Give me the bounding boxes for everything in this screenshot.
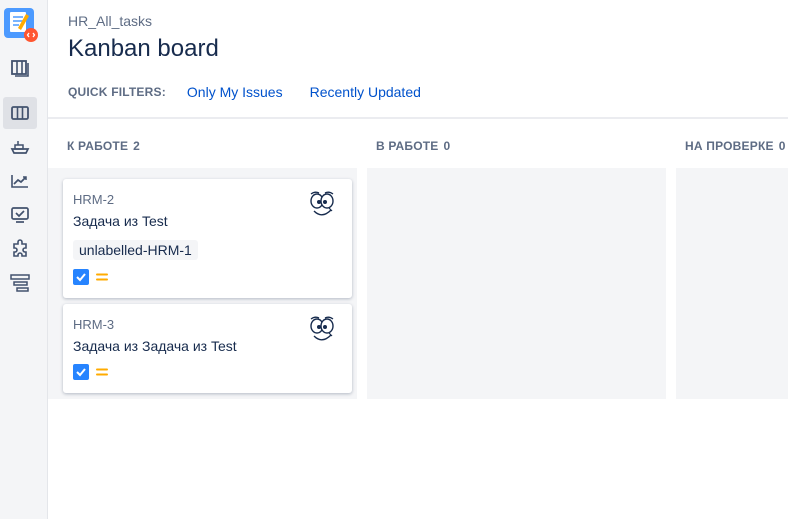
quick-filters-label: QUICK FILTERS: bbox=[68, 85, 166, 99]
board-main: HR_All_tasks Kanban board QUICK FILTERS:… bbox=[48, 0, 788, 519]
column-title: К РАБОТЕ bbox=[67, 139, 129, 153]
assignee-avatar-icon bbox=[306, 189, 338, 221]
priority-medium-icon bbox=[96, 273, 108, 281]
issue-label: unlabelled-HRM-1 bbox=[73, 240, 198, 260]
column-title: НА ПРОВЕРКЕ bbox=[685, 139, 774, 153]
components-icon[interactable] bbox=[3, 233, 37, 265]
page-title: Kanban board bbox=[68, 35, 219, 62]
column-in-progress bbox=[367, 168, 666, 399]
issue-card[interactable]: HRM-3 Задача из Задача из Test bbox=[63, 304, 352, 393]
task-checkbox-icon bbox=[73, 269, 89, 285]
issue-card[interactable]: HRM-2 Задача из Test unlabelled-HRM-1 bbox=[63, 179, 352, 298]
column-to-do: HRM-2 Задача из Test unlabelled-HRM-1 HR… bbox=[48, 168, 357, 399]
column-header-review: НА ПРОВЕРКЕ 0 bbox=[685, 139, 786, 153]
issue-key[interactable]: HRM-2 bbox=[73, 192, 114, 207]
filter-recently-updated[interactable]: Recently Updated bbox=[310, 84, 421, 100]
column-title: В РАБОТЕ bbox=[376, 139, 439, 153]
issues-icon[interactable] bbox=[3, 199, 37, 231]
quick-filters: QUICK FILTERS: Only My Issues Recently U… bbox=[68, 84, 448, 100]
issue-summary: Задача из Задача из Test bbox=[73, 338, 237, 354]
breadcrumb[interactable]: HR_All_tasks bbox=[68, 13, 152, 29]
priority-medium-icon bbox=[96, 368, 108, 376]
column-count: 0 bbox=[443, 139, 451, 153]
card-footer bbox=[73, 269, 109, 285]
project-sidebar bbox=[0, 0, 48, 519]
board-icon[interactable] bbox=[3, 97, 37, 129]
issue-summary: Задача из Test bbox=[73, 213, 168, 229]
reports-icon[interactable] bbox=[3, 165, 37, 197]
divider bbox=[48, 117, 788, 119]
task-checkbox-icon bbox=[73, 364, 89, 380]
assignee-avatar-icon bbox=[306, 314, 338, 346]
column-header-in-progress: В РАБОТЕ 0 bbox=[376, 139, 450, 153]
card-footer bbox=[73, 364, 109, 380]
releases-icon[interactable] bbox=[3, 131, 37, 163]
column-header-to-do: К РАБОТЕ 2 bbox=[67, 139, 140, 153]
issue-key[interactable]: HRM-3 bbox=[73, 317, 114, 332]
column-count: 2 bbox=[133, 139, 141, 153]
project-logo-icon[interactable] bbox=[4, 6, 38, 42]
settings-icon[interactable] bbox=[3, 267, 37, 299]
column-count: 0 bbox=[778, 139, 786, 153]
filter-only-my-issues[interactable]: Only My Issues bbox=[187, 84, 283, 100]
backlog-icon[interactable] bbox=[3, 52, 37, 84]
column-review bbox=[676, 168, 788, 399]
